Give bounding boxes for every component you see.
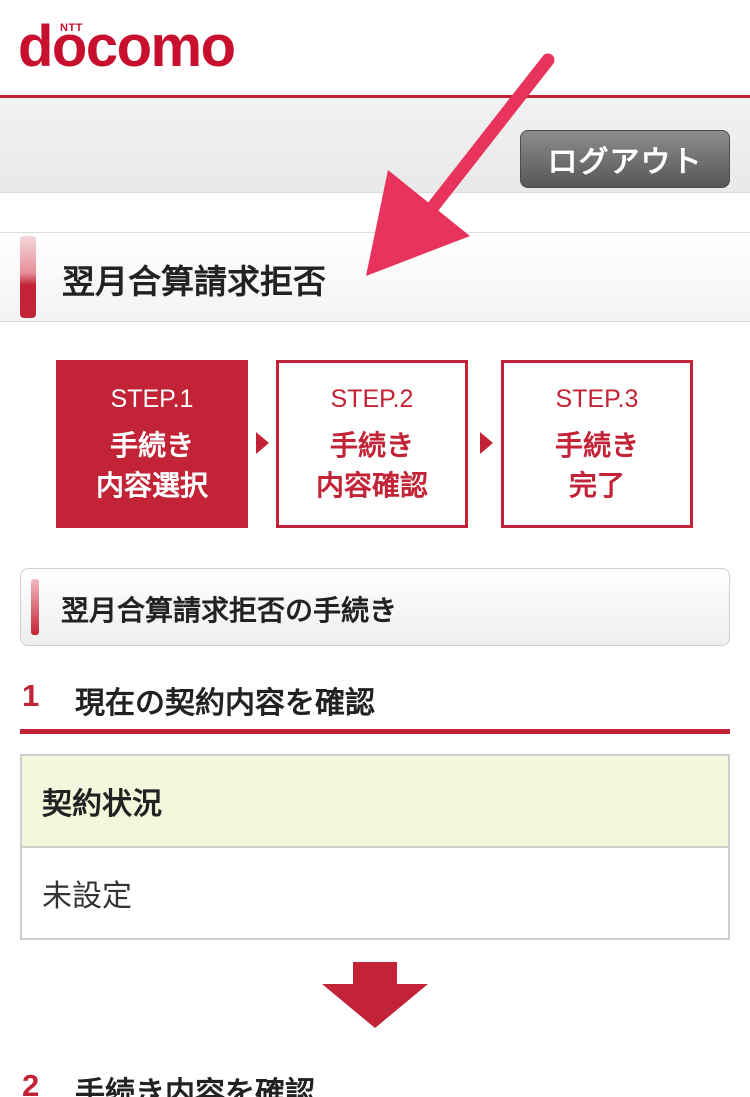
section-1-heading: 1 現在の契約内容を確認 <box>20 672 730 734</box>
section-2-number: 2 <box>22 1068 40 1097</box>
procedure-heading-box: 翌月合算請求拒否の手続き <box>20 568 730 646</box>
down-arrow-icon <box>322 962 428 1028</box>
step-2-label: 手続き 内容確認 <box>315 429 428 502</box>
step-2: STEP.2 手続き 内容確認 <box>276 360 468 528</box>
title-accent-bar <box>20 236 36 318</box>
header-bar: ログアウト <box>0 98 750 193</box>
contract-status-header: 契約状況 <box>22 756 728 848</box>
step-1-number: STEP.1 <box>110 385 194 413</box>
step-arrow-icon <box>256 432 269 454</box>
contract-status-table: 契約状況 未設定 <box>20 754 730 940</box>
section-1-number: 1 <box>22 678 40 713</box>
section-1-label: 現在の契約内容を確認 <box>75 686 375 721</box>
step-indicator: STEP.1 手続き 内容選択 STEP.2 手続き 内容確認 STEP.3 手… <box>0 360 750 530</box>
step-2-number: STEP.2 <box>330 385 414 413</box>
section-2-heading: 2 手続き内容を確認 <box>20 1062 730 1097</box>
procedure-accent-bar <box>31 579 39 635</box>
procedure-heading: 翌月合算請求拒否の手続き <box>61 594 398 627</box>
section-2-label: 手続き内容を確認 <box>75 1076 315 1097</box>
contract-status-value: 未設定 <box>42 879 132 914</box>
logout-button[interactable]: ログアウト <box>520 130 730 188</box>
step-3-label: 手続き 完了 <box>554 429 639 502</box>
page-title-bar: 翌月合算請求拒否 <box>0 232 750 322</box>
step-arrow-icon <box>480 432 493 454</box>
logo-bar: NTT docomo <box>0 0 750 95</box>
docomo-logo: docomo <box>18 14 236 79</box>
step-3-number: STEP.3 <box>555 385 639 413</box>
page-title: 翌月合算請求拒否 <box>62 262 326 301</box>
step-1-label: 手続き 内容選択 <box>95 429 208 502</box>
step-3: STEP.3 手続き 完了 <box>501 360 693 528</box>
step-1: STEP.1 手続き 内容選択 <box>56 360 248 528</box>
